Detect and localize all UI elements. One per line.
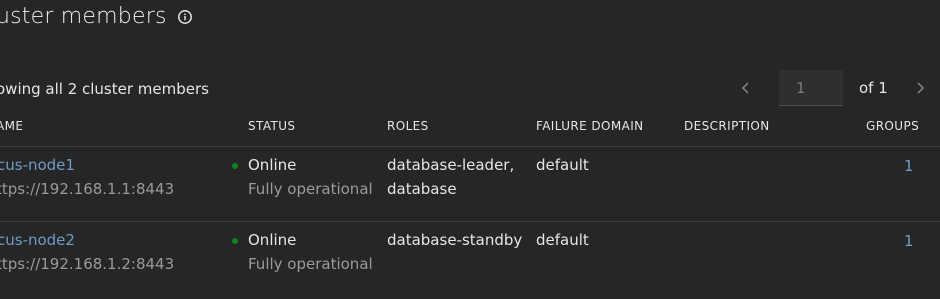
member-name-link[interactable]: cus-node2 xyxy=(0,231,75,249)
column-header-status[interactable]: STATUS xyxy=(248,119,295,133)
page-number-input[interactable] xyxy=(779,70,843,106)
column-header-roles[interactable]: ROLES xyxy=(387,119,429,133)
member-status: Online xyxy=(248,231,297,249)
page-title: uster members xyxy=(0,4,193,29)
page-title-text: uster members xyxy=(0,4,167,29)
column-header-name[interactable]: AME xyxy=(0,119,23,133)
member-status-detail: Fully operational xyxy=(248,180,373,198)
members-summary: owing all 2 cluster members xyxy=(0,80,209,98)
column-header-failure-domain[interactable]: FAILURE DOMAIN xyxy=(536,119,644,133)
member-url: ttps://192.168.1.2:8443 xyxy=(0,255,175,273)
status-online-dot xyxy=(232,238,238,244)
member-roles-continued: database xyxy=(387,180,457,198)
member-groups-link[interactable]: 1 xyxy=(904,157,914,175)
next-page-button[interactable] xyxy=(910,78,930,98)
member-groups-link[interactable]: 1 xyxy=(904,232,914,250)
member-status-detail: Fully operational xyxy=(248,255,373,273)
member-roles: database-leader, xyxy=(387,156,515,174)
info-circle-icon[interactable] xyxy=(177,9,193,25)
row-divider xyxy=(0,221,940,222)
column-header-groups[interactable]: GROUPS xyxy=(866,119,919,133)
chevron-right-icon xyxy=(917,82,924,94)
member-name-link[interactable]: cus-node1 xyxy=(0,156,75,174)
page-count-label: of 1 xyxy=(859,79,888,97)
status-online-dot xyxy=(232,163,238,169)
member-status: Online xyxy=(248,156,297,174)
header-divider xyxy=(0,146,940,147)
previous-page-button[interactable] xyxy=(736,78,756,98)
member-roles: database-standby xyxy=(387,231,523,249)
member-failure-domain: default xyxy=(536,156,589,174)
member-url: ttps://192.168.1.1:8443 xyxy=(0,180,175,198)
chevron-left-icon xyxy=(742,82,749,94)
member-failure-domain: default xyxy=(536,231,589,249)
column-header-description[interactable]: DESCRIPTION xyxy=(684,119,770,133)
